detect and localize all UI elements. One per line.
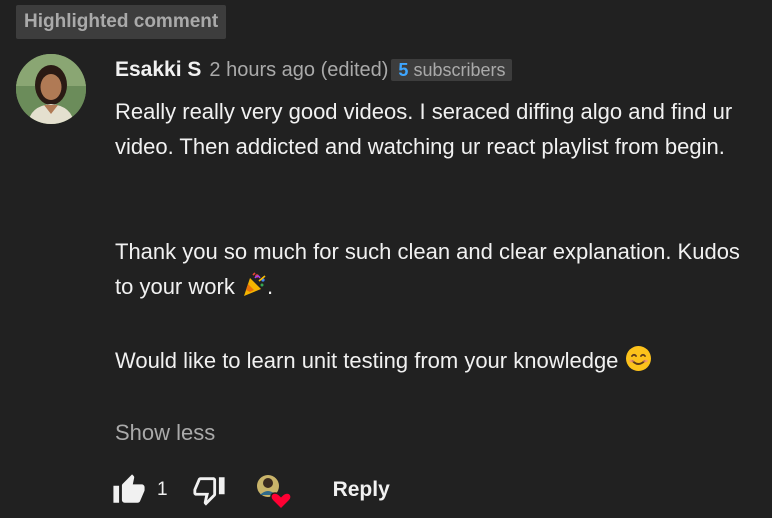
comment-paragraph-2-tail: .: [266, 274, 274, 299]
comment-paragraph-2: Thank you so much for such clean and cle…: [115, 234, 755, 308]
highlighted-comment-badge: Highlighted comment: [16, 5, 227, 39]
subscriber-count: 5: [398, 59, 409, 80]
comment-paragraph-1: Really really very good videos. I serace…: [115, 99, 733, 159]
comment-body: Really really very good videos. I serace…: [115, 94, 755, 382]
comment-paragraph-3-text: Would like to learn unit testing from yo…: [115, 348, 625, 373]
smiling-face-emoji: [625, 345, 652, 382]
show-less-link[interactable]: Show less: [115, 418, 215, 448]
subscriber-badge: 5 subscribers: [391, 59, 513, 81]
comment-action-bar: 1 Reply: [112, 470, 390, 511]
creator-heart-button[interactable]: [255, 472, 292, 511]
avatar-image: [16, 54, 86, 124]
subscriber-label: subscribers: [413, 59, 506, 80]
thumbs-up-filled-icon: [113, 474, 145, 503]
reply-button[interactable]: Reply: [333, 478, 390, 502]
thumbs-down-outline-icon: [192, 477, 225, 506]
dislike-button[interactable]: [192, 473, 226, 507]
party-popper-emoji: [241, 272, 267, 308]
like-count: 1: [157, 479, 168, 500]
comment-header: Esakki S 2 hours ago (edited) 5 subscrib…: [115, 56, 513, 84]
creator-heart-icon: [256, 475, 292, 511]
author-avatar[interactable]: [16, 54, 86, 124]
comment-timestamp[interactable]: 2 hours ago (edited): [209, 59, 388, 82]
comment-paragraph-3: Would like to learn unit testing from yo…: [115, 343, 755, 382]
author-name[interactable]: Esakki S: [115, 58, 201, 82]
comment-paragraph-2-text: Thank you so much for such clean and cle…: [115, 239, 740, 299]
like-button[interactable]: [112, 473, 146, 507]
